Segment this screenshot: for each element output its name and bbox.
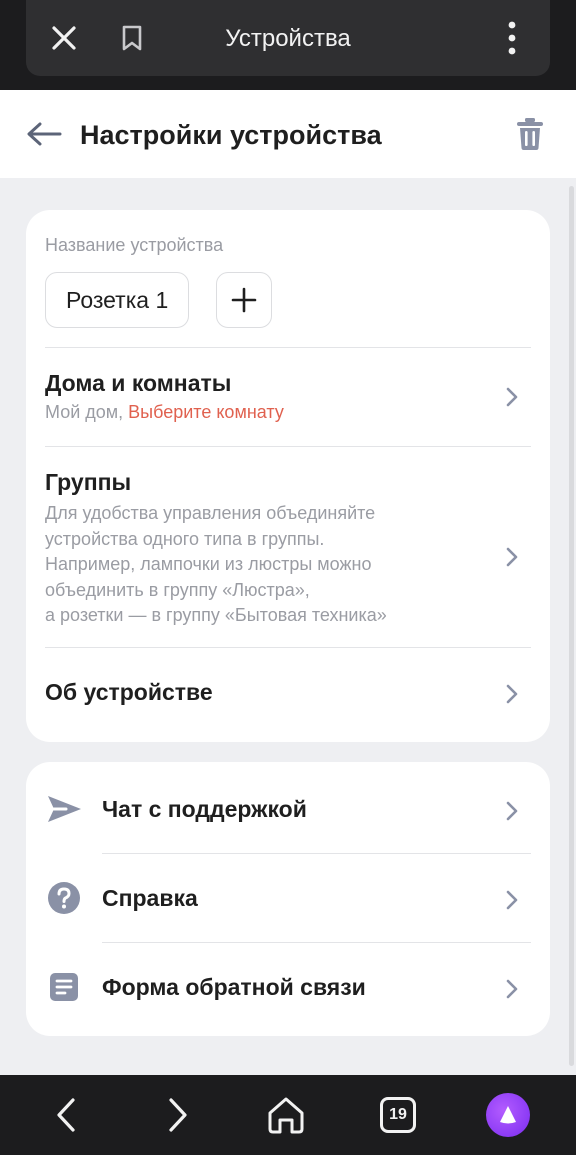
help-icon [46,880,82,916]
help-label: Справка [102,885,198,911]
room-prompt: Выберите комнату [128,402,284,422]
support-chat-row[interactable]: Чат с поддержкой [26,765,550,853]
bottom-navigation: 19 [0,1075,576,1155]
chevron-right-icon [504,888,520,912]
form-icon [46,969,82,1005]
about-device-row[interactable]: Об устройстве [26,648,550,742]
groups-description-line: Для удобства управления объединяйте [45,503,376,523]
tabs-icon[interactable]: 19 [374,1091,422,1139]
back-arrow-icon[interactable] [26,116,64,152]
support-card: Чат с поддержкой Справка Форма обратной … [26,762,550,1036]
chevron-right-icon [504,977,520,1001]
trash-icon[interactable] [512,116,548,152]
plus-icon [231,287,257,313]
device-name-label: Название устройства [45,235,224,255]
groups-description-line: устройства одного типа в группы. [45,528,325,549]
chevron-right-icon [504,682,520,706]
chevron-right-icon [504,545,520,569]
groups-description-line: а розетки — в группу «Бытовая техника» [45,605,387,625]
close-icon[interactable] [46,20,82,56]
feedback-form-label: Форма обратной связи [102,974,366,1000]
alice-icon[interactable] [484,1091,532,1139]
browser-toolbar: Устройства [26,0,550,76]
groups-row[interactable]: Группы Для удобства управления объединяй… [26,447,550,647]
scrollbar[interactable] [569,186,574,1066]
back-icon[interactable] [42,1091,90,1139]
add-name-button[interactable] [216,272,272,328]
page: Настройки устройства Название устройства… [0,90,576,1075]
chevron-right-icon [504,385,520,409]
browser-title: Устройства [225,25,351,52]
page-title: Настройки устройства [80,120,382,150]
chevron-right-icon [504,799,520,823]
tabs-count: 19 [380,1097,416,1133]
homes-rooms-row[interactable]: Дома и комнаты Мой дом, Выберите комнату [26,348,550,446]
browser-top-bar: Устройства [0,0,576,90]
help-row[interactable]: Справка [26,854,550,942]
bookmark-icon[interactable] [114,20,150,56]
home-name: Мой дом, [45,402,124,422]
send-icon [46,791,82,827]
groups-description: Для удобства управления объединяйте устр… [45,501,475,629]
groups-description-line: Например, лампочки из люстры можно [45,554,372,574]
more-vertical-icon[interactable] [494,20,530,56]
groups-title: Группы [45,469,132,495]
groups-description-line: объединить в группу «Люстра», [45,579,310,600]
support-chat-label: Чат с поддержкой [102,796,307,822]
device-name-chip[interactable]: Розетка 1 [45,272,190,328]
alice-button [486,1093,530,1137]
forward-icon[interactable] [154,1091,202,1139]
homes-rooms-subtitle: Мой дом, Выберите комнату [45,400,475,426]
about-device-title: Об устройстве [45,679,213,705]
homes-rooms-title: Дома и комнаты [45,370,232,396]
feedback-form-row[interactable]: Форма обратной связи [26,943,550,1031]
device-settings-card: Название устройства Розетка 1 Дома и ком… [26,210,550,742]
page-header: Настройки устройства [0,90,576,178]
home-icon[interactable] [262,1091,310,1139]
